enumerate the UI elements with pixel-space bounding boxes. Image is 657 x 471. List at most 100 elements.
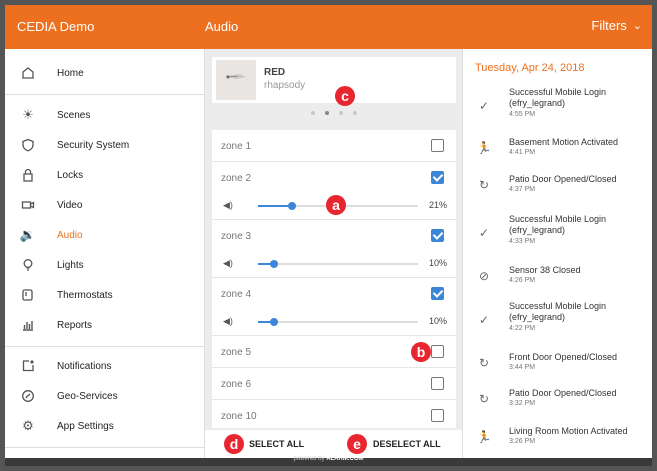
sidebar-item-label: Audio — [57, 229, 83, 241]
zone-volume-row: ◀) 10% — [212, 308, 456, 336]
event-time: 4:41 PM — [509, 149, 536, 156]
lightbulb-icon — [20, 257, 36, 273]
zone-row: zone 4 — [212, 278, 456, 310]
sidebar-item-label: Locks — [57, 169, 84, 181]
event-time: 4:37 PM — [509, 186, 536, 193]
sidebar-item-label: Scenes — [57, 109, 91, 121]
sensor-closed-icon: ⊘ — [478, 269, 490, 283]
event-title: Patio Door Opened/Closed — [509, 174, 617, 184]
zone-checkbox[interactable] — [431, 171, 444, 184]
app-window: CEDIA Demo Audio Filters ⌄ Home ☀ Scenes… — [5, 5, 652, 466]
event-time: 3:44 PM — [509, 364, 536, 371]
section-title: Audio — [205, 19, 239, 34]
callout-e: e — [347, 434, 367, 454]
event-title: Patio Door Opened/Closed — [509, 388, 617, 398]
sidebar-item-lights[interactable]: Lights — [5, 251, 205, 279]
sidebar-item-scenes[interactable]: ☀ Scenes — [5, 101, 205, 129]
sidebar-item-geo-services[interactable]: Geo-Services — [5, 382, 205, 410]
chevron-down-icon: ⌄ — [632, 20, 642, 32]
sidebar-divider — [5, 346, 204, 347]
page-indicator — [205, 111, 462, 115]
sidebar-item-notifications[interactable]: Notifications — [5, 352, 205, 380]
zone-row: zone 6 — [212, 368, 456, 400]
volume-percent: 10% — [428, 316, 447, 326]
sidebar-item-app-settings[interactable]: ⚙ App Settings — [5, 412, 205, 440]
volume-slider[interactable] — [258, 318, 418, 326]
powered-by-label: powered by — [293, 456, 325, 462]
zone-name: zone 4 — [221, 289, 252, 300]
footer-bar: powered by ALARM.COM — [5, 456, 652, 466]
sidebar-item-thermostats[interactable]: Thermostats — [5, 281, 205, 309]
sidebar-item-label: Thermostats — [57, 289, 113, 301]
sidebar-divider — [5, 447, 204, 448]
app-header: CEDIA Demo Audio Filters ⌄ — [5, 5, 652, 49]
zone-name: zone 1 — [221, 141, 252, 152]
zone-checkbox[interactable] — [431, 139, 444, 152]
video-camera-icon — [20, 197, 36, 213]
zone-checkbox[interactable] — [431, 287, 444, 300]
deselect-all-button[interactable]: DESELECT ALL — [373, 439, 441, 449]
sidebar-item-security-system[interactable]: Security System — [5, 131, 205, 159]
page-dot[interactable] — [338, 111, 343, 115]
zone-name: zone 3 — [221, 231, 252, 242]
checkmark-icon: ✓ — [478, 99, 490, 113]
event-time: 4:55 PM — [509, 111, 536, 118]
door-sensor-icon: ↻ — [478, 178, 490, 192]
app-title: CEDIA Demo — [17, 19, 95, 34]
activity-date: Tuesday, Apr 24, 2018 — [475, 62, 585, 74]
zone-checkbox[interactable] — [431, 229, 444, 242]
volume-thumb[interactable] — [270, 318, 278, 326]
zone-checkbox[interactable] — [431, 377, 444, 390]
sidebar-item-label: Reports — [57, 319, 93, 331]
volume-speaker-icon: ◀) — [223, 316, 233, 326]
page-dot[interactable] — [352, 111, 357, 115]
brand-logo: ALARM.COM — [326, 456, 364, 462]
shield-icon — [20, 137, 36, 153]
gear-icon: ⚙ — [22, 418, 34, 433]
volume-thumb[interactable] — [270, 260, 278, 268]
select-all-button[interactable]: SELECT ALL — [249, 439, 304, 449]
door-sensor-icon: ↻ — [478, 392, 490, 406]
zone-name: zone 5 — [221, 347, 252, 358]
track-title: RED — [264, 67, 286, 78]
sidebar-item-audio[interactable]: 🔉 Audio — [5, 221, 205, 249]
sidebar-item-locks[interactable]: Locks — [5, 161, 205, 189]
callout-c: c — [335, 86, 355, 106]
volume-slider[interactable] — [258, 260, 418, 268]
callout-d: d — [224, 434, 244, 454]
sidebar-item-home[interactable]: Home — [5, 59, 205, 87]
volume-percent: 21% — [428, 200, 447, 210]
page-dot[interactable] — [310, 111, 315, 115]
zone-row: zone 10 — [212, 400, 456, 428]
zone-checkbox[interactable] — [431, 409, 444, 422]
event-title: Successful Mobile Login (efry_legrand) — [509, 301, 607, 322]
zone-name: zone 2 — [221, 173, 252, 184]
powered-by: powered by ALARM.COM — [5, 456, 652, 462]
callout-b: b — [411, 342, 431, 362]
sidebar-item-label: App Settings — [57, 420, 114, 432]
now-playing-card[interactable]: RED rhapsody — [212, 57, 456, 103]
thermostat-icon — [20, 287, 36, 303]
event-title: Living Room Motion Activated — [509, 426, 628, 436]
activity-panel: Tuesday, Apr 24, 2018 ✓ Successful Mobil… — [462, 49, 652, 458]
scenes-icon: ☀ — [22, 107, 34, 122]
event-title: Basement Motion Activated — [509, 137, 619, 147]
zone-name: zone 10 — [221, 411, 257, 422]
volume-thumb[interactable] — [287, 202, 296, 210]
sidebar-divider — [5, 94, 204, 95]
sidebar-item-label: Notifications — [57, 360, 112, 372]
event-time: 3:26 PM — [509, 438, 536, 445]
filters-button[interactable]: Filters ⌄ — [591, 18, 642, 33]
zone-actions-bar: d SELECT ALL e DESELECT ALL — [205, 430, 462, 458]
motion-icon: 🏃 — [476, 430, 492, 444]
sidebar-item-video[interactable]: Video — [5, 191, 205, 219]
notification-icon — [20, 358, 36, 374]
sidebar-item-reports[interactable]: Reports — [5, 311, 205, 339]
album-art — [216, 60, 256, 100]
volume-percent: 10% — [428, 258, 447, 268]
event-title: Sensor 38 Closed — [509, 265, 581, 275]
zone-checkbox[interactable] — [431, 345, 444, 358]
event-title: Front Door Opened/Closed — [509, 352, 618, 362]
zone-volume-row: ◀) 10% — [212, 250, 456, 278]
page-dot-active[interactable] — [324, 111, 329, 115]
